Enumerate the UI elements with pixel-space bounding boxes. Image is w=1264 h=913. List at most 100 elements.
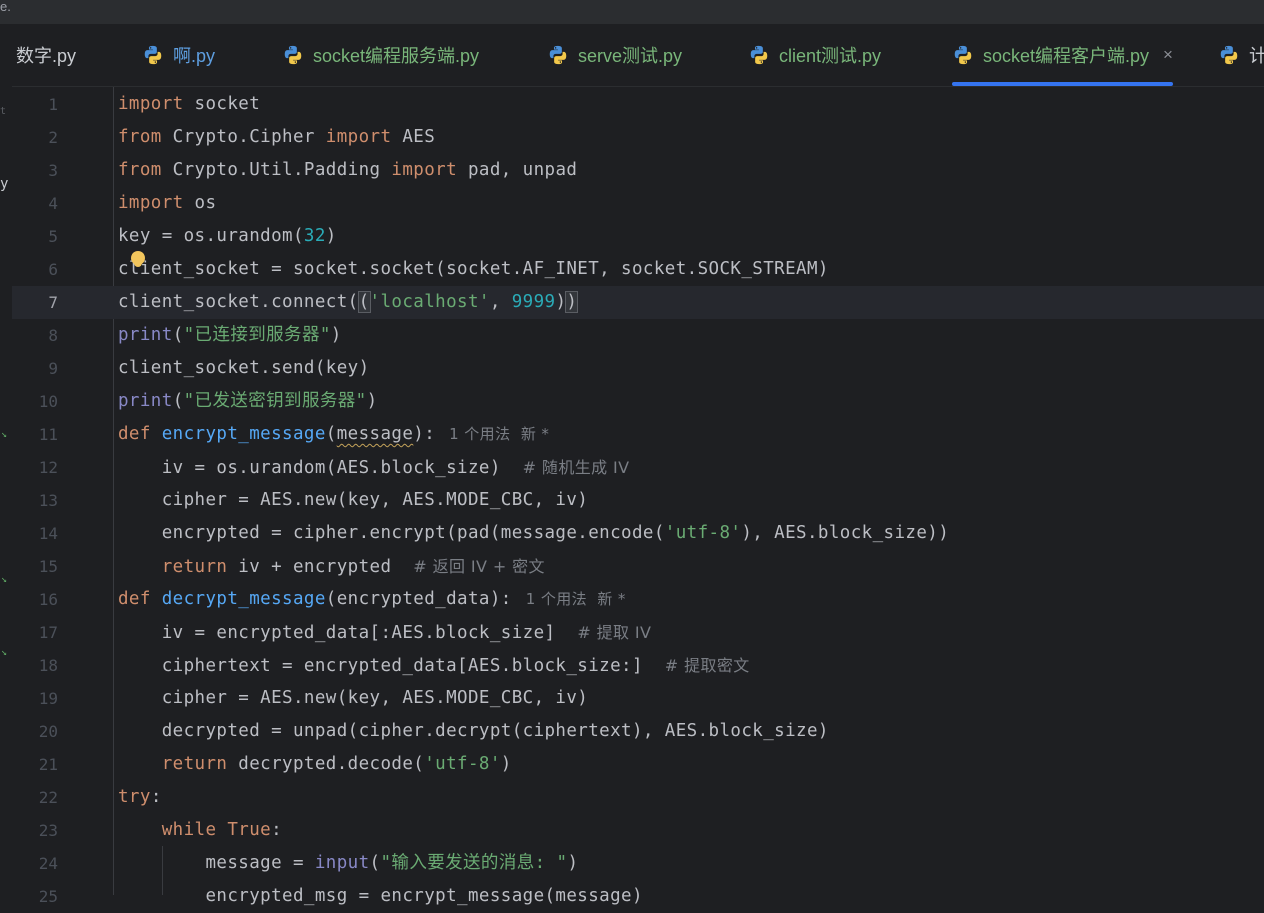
code-token: iv + encrypted: [227, 557, 414, 577]
line-number: 6: [48, 260, 58, 279]
code-token: while: [161, 820, 217, 840]
code-token: ): [366, 391, 378, 411]
code-token: ): [325, 226, 337, 246]
panel-edge-fragment-a: t: [0, 106, 7, 117]
code-text: decrypted = unpad(cipher.decrypt(ciphert…: [118, 715, 829, 748]
code-text: import socket: [118, 88, 260, 121]
lightbulb-icon[interactable]: [131, 251, 145, 265]
code-text: return iv + encrypted # 返回 IV + 密文: [118, 550, 545, 584]
code-line[interactable]: 21 return decrypted.decode('utf-8'): [12, 748, 1264, 781]
code-token: (: [369, 853, 381, 873]
editor-tab[interactable]: socket编程服务端.py: [282, 24, 479, 86]
code-token: ): [567, 853, 579, 873]
code-line[interactable]: 19 cipher = AES.new(key, AES.MODE_CBC, i…: [12, 682, 1264, 715]
code-text: while True:: [118, 814, 282, 847]
line-number: 10: [38, 392, 58, 411]
code-token: cipher = AES.new(key, AES.MODE_CBC, iv): [118, 490, 589, 510]
tab-label: socket编程服务端.py: [313, 46, 480, 66]
code-token: # 提取密文: [664, 656, 750, 675]
code-line[interactable]: 23 while True:: [12, 814, 1264, 847]
code-line[interactable]: 20 decrypted = unpad(cipher.decrypt(ciph…: [12, 715, 1264, 748]
python-file-icon: [142, 44, 164, 66]
editor-tab[interactable]: client测试.py: [748, 24, 881, 86]
code-line[interactable]: 3 from Crypto.Util.Padding import pad, un…: [12, 154, 1264, 187]
code-text: def decrypt_message(encrypted_data): 1 个用…: [118, 583, 626, 616]
close-tab-icon[interactable]: ×: [1163, 45, 1173, 65]
line-number: 13: [38, 491, 58, 510]
code-token: "已连接到服务器": [183, 325, 331, 345]
tab-label: 计: [1249, 46, 1264, 66]
code-editor[interactable]: 1 import socket 2 from Crypto.Cipher import…: [12, 87, 1264, 906]
code-token: def: [118, 424, 151, 444]
code-token: cipher = AES.new(key, AES.MODE_CBC, iv): [118, 688, 589, 708]
code-text: client_socket.send(key): [118, 352, 370, 385]
code-line[interactable]: 13 cipher = AES.new(key, AES.MODE_CBC, i…: [12, 484, 1264, 517]
code-text: iv = os.urandom(AES.block_size) # 随机生成 I…: [118, 451, 629, 485]
line-number: 14: [38, 524, 58, 543]
code-token: encrypt_message: [161, 424, 326, 444]
code-token: ): [555, 292, 567, 312]
line-number: 4: [48, 194, 58, 213]
code-token: AES: [391, 127, 436, 147]
code-line[interactable]: 8 print("已连接到服务器"): [12, 319, 1264, 352]
code-line[interactable]: 11 def encrypt_message(message): 1 个用法 新 *: [12, 418, 1264, 451]
code-line[interactable]: 15 return iv + encrypted # 返回 IV + 密文: [12, 550, 1264, 583]
titlebar-fragment: e.: [0, 0, 11, 14]
code-token: ): [330, 325, 342, 345]
editor-tab-bar: 数字.py 啊.py socket编程服务端.py serve测试.py client测…: [12, 24, 1264, 87]
code-token: (: [172, 391, 184, 411]
code-token: os: [183, 193, 217, 213]
editor-tab[interactable]: serve测试.py: [547, 24, 682, 86]
code-line[interactable]: 2 from Crypto.Cipher import AES: [12, 121, 1264, 154]
python-file-icon: [282, 44, 304, 66]
code-line[interactable]: 14 encrypted = cipher.encrypt(pad(messag…: [12, 517, 1264, 550]
line-number: 7: [48, 293, 58, 312]
line-number: 21: [38, 755, 58, 774]
code-token: decrypted.decode(: [227, 754, 425, 774]
tab-label: 啊.py: [173, 46, 216, 66]
usage-hint[interactable]: 1 个用法 新 *: [526, 590, 626, 608]
line-number: 22: [38, 788, 58, 807]
code-token: client_socket.send(key): [118, 358, 370, 378]
usage-hint[interactable]: 1 个用法 新 *: [449, 425, 549, 443]
code-line[interactable]: 7 client_socket.connect(('localhost', 999…: [12, 286, 1264, 319]
editor-tab[interactable]: 计: [1218, 24, 1264, 86]
editor-tab[interactable]: socket编程客户端.py ×: [952, 24, 1173, 86]
code-token: print: [118, 325, 173, 345]
code-line[interactable]: 10 print("已发送密钥到服务器"): [12, 385, 1264, 418]
python-file-icon: [748, 44, 770, 66]
active-tab-indicator: [952, 82, 1173, 86]
line-number: 1: [48, 95, 58, 114]
change-marker-icon[interactable]: ↘: [1, 647, 7, 658]
code-line[interactable]: 6 client_socket = socket.socket(socket.AF…: [12, 253, 1264, 286]
code-token: from: [118, 127, 162, 147]
code-line[interactable]: 4 import os: [12, 187, 1264, 220]
code-line[interactable]: 24 message = input("输入要发送的消息: "): [12, 847, 1264, 880]
code-token: import: [391, 160, 458, 180]
code-text: iv = encrypted_data[:AES.block_size] # 提…: [118, 616, 651, 650]
line-number: 5: [48, 227, 58, 246]
line-number: 11: [38, 425, 58, 444]
code-line[interactable]: 25 encrypted_msg = encrypt_message(messa…: [12, 880, 1264, 913]
change-marker-icon[interactable]: ↘: [1, 574, 7, 585]
change-marker-icon[interactable]: ↘: [1, 429, 7, 440]
editor-tab[interactable]: 数字.py: [16, 24, 76, 86]
code-token: 32: [303, 226, 326, 246]
code-line[interactable]: 18 ciphertext = encrypted_data[AES.block…: [12, 649, 1264, 682]
code-text: cipher = AES.new(key, AES.MODE_CBC, iv): [118, 484, 588, 517]
line-number: 19: [38, 689, 58, 708]
code-line[interactable]: 9 client_socket.send(key): [12, 352, 1264, 385]
code-line[interactable]: 1 import socket: [12, 88, 1264, 121]
code-token: ,: [489, 292, 512, 312]
code-line[interactable]: 12 iv = os.urandom(AES.block_size) # 随机生…: [12, 451, 1264, 484]
code-line[interactable]: 22 try:: [12, 781, 1264, 814]
code-token: (: [325, 424, 337, 444]
code-line[interactable]: 5 key = os.urandom(32): [12, 220, 1264, 253]
editor-tab[interactable]: 啊.py: [142, 24, 215, 86]
code-text: message = input("输入要发送的消息: "): [118, 847, 578, 880]
code-line[interactable]: 17 iv = encrypted_data[:AES.block_size] …: [12, 616, 1264, 649]
code-token: 9999: [511, 292, 556, 312]
code-line[interactable]: 16 def decrypt_message(encrypted_data): 1 …: [12, 583, 1264, 616]
code-token: encrypted = cipher.encrypt(pad(message.e…: [118, 523, 665, 543]
